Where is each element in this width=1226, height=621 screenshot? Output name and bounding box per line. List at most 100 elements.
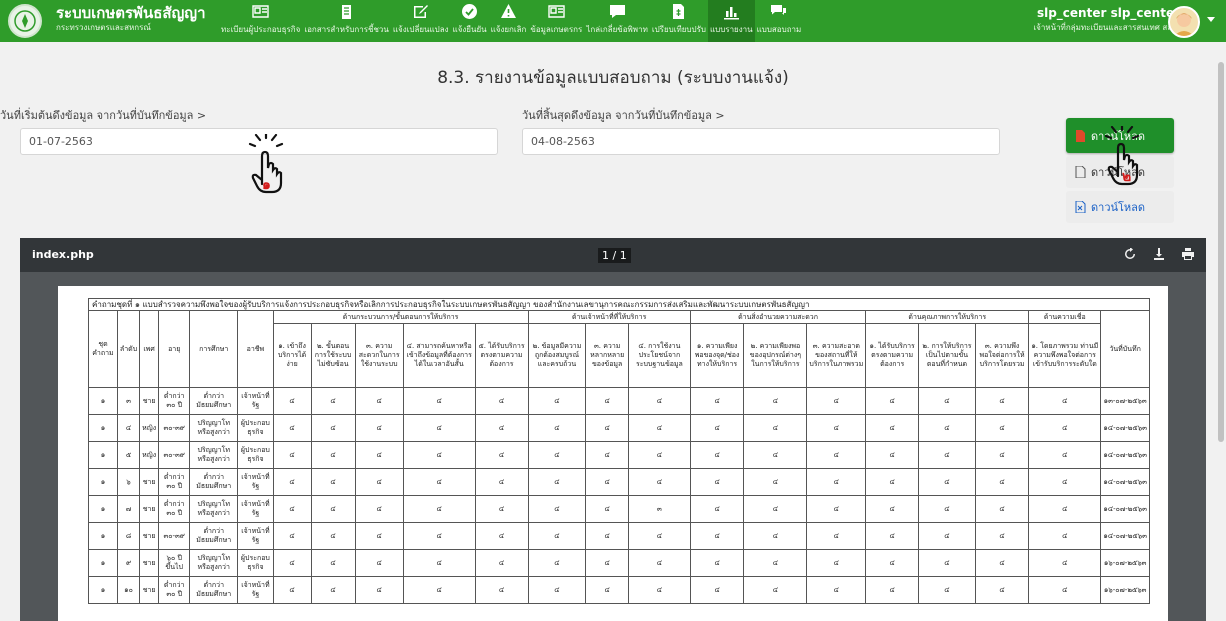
report-question-header: ๔. สามารถค้นหาหรือเข้าถึงข้อมูลที่ต้องกา… [402,323,476,388]
clipboard-icon [338,3,355,20]
cell-score: ๔ [474,414,529,442]
nav-label: ทะเบียนผู้ประกอบธุรกิจ [221,25,301,34]
cell-edu: ปริญญาโทหรือสูงกว่า [189,495,239,523]
cell-score: ๔ [918,387,976,415]
nav-item-1[interactable]: ทะเบียนผู้ประกอบธุรกิจ [219,0,302,42]
cell-score: ๔ [1028,549,1102,577]
cell-set: ๑ [88,522,118,550]
cell-score: ๔ [527,414,587,442]
cell-job: เจ้าหน้าที่รัฐ [237,576,274,604]
cell-score: ๔ [474,441,529,469]
cell-set: ๑ [88,468,118,496]
cell-score: ๔ [354,414,404,442]
survey-report-table: คำถามชุดที่ ๑ แบบสำรวจความพึงพอใจของผู้ร… [88,298,1150,604]
cell-job: เจ้าหน้าที่รัฐ [237,522,274,550]
cell-score: ๔ [272,468,312,496]
report-header: ลำดับ [116,310,141,388]
cell-score: ๔ [806,495,867,523]
cell-score: ๔ [272,549,312,577]
cell-score: ๔ [272,495,312,523]
nav-label: แจ้งยืนยัน [452,25,487,34]
nav-item-9[interactable]: แบบรายงาน [707,0,755,42]
cell-score: ๔ [354,522,404,550]
cell-age: ๓๐-๓๙ [158,441,191,469]
cell-score: ๔ [402,414,476,442]
cell-date: ๑๔-๐๗-๒๕๖๓ [1100,522,1150,550]
cell-job: เจ้าหน้าที่รัฐ [237,387,274,415]
user-info[interactable]: slp_center slp_center เจ้าหน้าที่กลุ่มทะ… [1033,6,1180,34]
cell-score: ๔ [689,441,745,469]
end-date-input[interactable] [522,128,1000,155]
pdf-page-indicator[interactable]: 1 / 1 [598,248,631,263]
cell-score: ๔ [918,468,976,496]
nav-item-5[interactable]: แจ้งยกเลิก [489,0,529,42]
nav-label: แจ้งเปลี่ยนแปลง [392,25,449,34]
reload-icon[interactable] [1123,246,1136,262]
cell-no: ๖ [116,468,141,496]
print-icon[interactable] [1181,246,1194,262]
comments-icon [770,3,787,20]
report-question-header: ๒. การให้บริการเป็นไปตามขั้นตอนที่กำหนด [918,323,976,388]
report-question-header: ๑. โดยภาพรวม ท่านมีความพึงพอใจต่อการเข้า… [1028,323,1102,388]
start-date-label: วันที่เริ่มต้นดึงข้อมูล จากวันที่บันทึกข… [0,109,207,122]
scrollbar-thumb[interactable] [1218,62,1224,442]
pointer-hand-icon-2: ๒ [1098,123,1146,192]
cell-score: ๔ [743,522,808,550]
nav-item-6[interactable]: ข้อมูลเกษตรกร [528,0,584,42]
cell-score: ๔ [743,495,808,523]
cell-score: ๔ [865,387,920,415]
cell-score: ๔ [743,468,808,496]
cell-score: ๔ [689,387,745,415]
cell-score: ๔ [974,522,1030,550]
report-header: การศึกษา [189,310,239,388]
page-scrollbar[interactable] [1216,42,1226,621]
cell-age: ต่ำกว่า ๓๐ ปี [158,468,191,496]
cell-score: ๔ [689,468,745,496]
table-row: ๑๔หญิง ๓๐-๓๙ ปริญญาโทหรือสูงกว่า ผู้ประกอบธ… [88,414,1150,442]
download-icon[interactable] [1152,246,1165,262]
nav-item-3[interactable]: แจ้งเปลี่ยนแปลง [391,0,451,42]
cell-job: เจ้าหน้าที่รัฐ [237,468,274,496]
brand-subtitle: กระทรวงเกษตรและสหกรณ์ [56,23,151,32]
cell-score: ๔ [806,387,867,415]
cell-score: ๔ [402,576,476,604]
cell-score: ๔ [689,495,745,523]
cell-score: ๔ [974,468,1030,496]
report-question-header: ๒. ขั้นตอนการใช้ระบบไม่ซับซ้อน [310,323,356,388]
cell-age: ต่ำกว่า ๓๐ ปี [158,576,191,604]
nav-item-10[interactable]: แบบสอบถาม [755,0,804,42]
nav-item-4[interactable]: แจ้งยืนยัน [451,0,489,42]
ministry-logo-icon[interactable] [8,4,42,38]
brand[interactable]: ระบบเกษตรพันธสัญญา กระทรวงเกษตรและสหกรณ์ [56,5,206,33]
cell-score: ๔ [865,414,920,442]
cell-score: ๔ [272,414,312,442]
user-menu-caret-icon[interactable] [1207,17,1215,22]
cell-score: ๔ [743,549,808,577]
download-excel-button[interactable]: ดาวน์โหลด [1066,191,1174,223]
cell-score: ๔ [527,576,587,604]
cell-score: ๔ [310,522,356,550]
avatar[interactable] [1168,6,1200,38]
report-question-header: ๔. การใช้งานประโยชน์จากระบบฐานข้อมูล [628,323,691,388]
report-question-header: ๓. ความพึงพอใจต่อการให้บริการโดยรวม [974,323,1030,388]
nav-label: แจ้งยกเลิก [490,25,527,34]
nav-item-8[interactable]: เปรียบเทียบปรับ [650,0,708,42]
cell-age: ๓๐-๓๙ [158,414,191,442]
bar-chart-icon [723,3,740,20]
cell-score: ๔ [310,414,356,442]
pdf-page: คำถามชุดที่ ๑ แบบสำรวจความพึงพอใจของผู้ร… [58,286,1168,621]
report-question-header: ๓. ความสะอาดของสถานที่ให้บริการในภาพรวม [806,323,867,388]
nav-item-2[interactable]: เอกสารสำหรับการชี้ชวน [302,0,391,42]
table-row: ๑๙ชาย ๖๐ ปี ขึ้นไป ปริญญาโทหรือสูงกว่า ผู้ป… [88,549,1150,577]
report-question-header: ๑. ได้รับบริการตรงตามความต้องการ [865,323,920,388]
cell-score: ๔ [474,549,529,577]
cell-score: ๔ [689,576,745,604]
cell-date: ๑๔-๐๗-๒๕๖๓ [1100,414,1150,442]
nav-item-7[interactable]: ไกล่เกลี่ยข้อพิพาท [584,0,650,42]
cell-set: ๑ [88,414,118,442]
cell-score: ๔ [628,387,691,415]
table-row: ๑๘ชาย ๓๐-๓๙ ต่ำกว่ามัธยมศึกษา เจ้าหน้าที่รั… [88,522,1150,550]
cell-date: ๑๓-๐๗-๒๕๖๓ [1100,387,1150,415]
file-excel-icon [1075,200,1086,214]
cell-score: ๔ [689,549,745,577]
